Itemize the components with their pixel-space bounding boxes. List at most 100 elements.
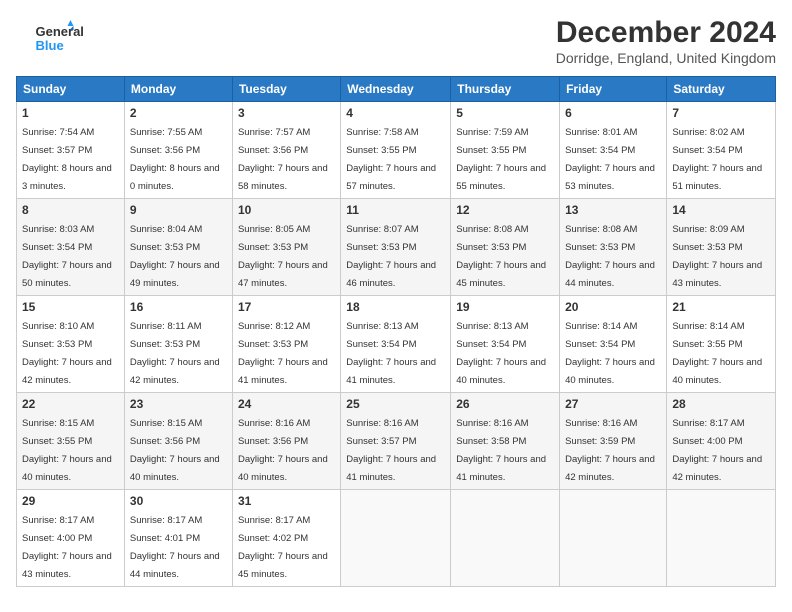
day-number: 26	[456, 397, 554, 411]
calendar-cell: 4 Sunrise: 7:58 AMSunset: 3:55 PMDayligh…	[341, 102, 451, 199]
day-number: 16	[130, 300, 227, 314]
col-wednesday: Wednesday	[341, 77, 451, 102]
day-info: Sunrise: 8:17 AMSunset: 4:00 PMDaylight:…	[22, 515, 112, 580]
day-info: Sunrise: 8:17 AMSunset: 4:00 PMDaylight:…	[672, 418, 762, 483]
day-number: 2	[130, 106, 227, 120]
calendar-week-row: 8 Sunrise: 8:03 AMSunset: 3:54 PMDayligh…	[17, 199, 776, 296]
day-number: 20	[565, 300, 661, 314]
calendar-cell: 12 Sunrise: 8:08 AMSunset: 3:53 PMDaylig…	[451, 199, 560, 296]
calendar-cell: 20 Sunrise: 8:14 AMSunset: 3:54 PMDaylig…	[560, 296, 667, 393]
logo-icon: General Blue	[16, 16, 91, 56]
col-monday: Monday	[124, 77, 232, 102]
day-number: 15	[22, 300, 119, 314]
calendar-cell: 1 Sunrise: 7:54 AMSunset: 3:57 PMDayligh…	[17, 102, 125, 199]
day-number: 17	[238, 300, 335, 314]
col-friday: Friday	[560, 77, 667, 102]
calendar-cell: 31 Sunrise: 8:17 AMSunset: 4:02 PMDaylig…	[232, 490, 340, 587]
day-info: Sunrise: 8:16 AMSunset: 3:59 PMDaylight:…	[565, 418, 655, 483]
day-number: 10	[238, 203, 335, 217]
day-info: Sunrise: 8:12 AMSunset: 3:53 PMDaylight:…	[238, 321, 328, 386]
day-number: 1	[22, 106, 119, 120]
calendar-cell	[341, 490, 451, 587]
day-info: Sunrise: 8:01 AMSunset: 3:54 PMDaylight:…	[565, 127, 655, 192]
day-info: Sunrise: 8:08 AMSunset: 3:53 PMDaylight:…	[565, 224, 655, 289]
day-info: Sunrise: 8:15 AMSunset: 3:56 PMDaylight:…	[130, 418, 220, 483]
calendar-cell: 8 Sunrise: 8:03 AMSunset: 3:54 PMDayligh…	[17, 199, 125, 296]
calendar-cell	[451, 490, 560, 587]
calendar-table: Sunday Monday Tuesday Wednesday Thursday…	[16, 76, 776, 587]
day-info: Sunrise: 8:05 AMSunset: 3:53 PMDaylight:…	[238, 224, 328, 289]
day-number: 8	[22, 203, 119, 217]
day-info: Sunrise: 8:14 AMSunset: 3:54 PMDaylight:…	[565, 321, 655, 386]
day-number: 6	[565, 106, 661, 120]
day-info: Sunrise: 7:58 AMSunset: 3:55 PMDaylight:…	[346, 127, 436, 192]
col-tuesday: Tuesday	[232, 77, 340, 102]
day-info: Sunrise: 8:11 AMSunset: 3:53 PMDaylight:…	[130, 321, 220, 386]
day-info: Sunrise: 8:14 AMSunset: 3:55 PMDaylight:…	[672, 321, 762, 386]
day-info: Sunrise: 8:17 AMSunset: 4:01 PMDaylight:…	[130, 515, 220, 580]
calendar-cell: 19 Sunrise: 8:13 AMSunset: 3:54 PMDaylig…	[451, 296, 560, 393]
day-number: 28	[672, 397, 770, 411]
calendar-cell: 2 Sunrise: 7:55 AMSunset: 3:56 PMDayligh…	[124, 102, 232, 199]
calendar-cell: 5 Sunrise: 7:59 AMSunset: 3:55 PMDayligh…	[451, 102, 560, 199]
day-number: 12	[456, 203, 554, 217]
day-number: 5	[456, 106, 554, 120]
day-info: Sunrise: 8:10 AMSunset: 3:53 PMDaylight:…	[22, 321, 112, 386]
day-number: 27	[565, 397, 661, 411]
calendar-cell: 6 Sunrise: 8:01 AMSunset: 3:54 PMDayligh…	[560, 102, 667, 199]
page: General Blue December 2024 Dorridge, Eng…	[0, 0, 792, 612]
calendar-cell	[560, 490, 667, 587]
calendar-cell: 26 Sunrise: 8:16 AMSunset: 3:58 PMDaylig…	[451, 393, 560, 490]
calendar-cell: 30 Sunrise: 8:17 AMSunset: 4:01 PMDaylig…	[124, 490, 232, 587]
calendar-cell: 14 Sunrise: 8:09 AMSunset: 3:53 PMDaylig…	[667, 199, 776, 296]
day-number: 29	[22, 494, 119, 508]
day-number: 9	[130, 203, 227, 217]
day-info: Sunrise: 8:16 AMSunset: 3:56 PMDaylight:…	[238, 418, 328, 483]
calendar-cell: 9 Sunrise: 8:04 AMSunset: 3:53 PMDayligh…	[124, 199, 232, 296]
calendar-week-row: 1 Sunrise: 7:54 AMSunset: 3:57 PMDayligh…	[17, 102, 776, 199]
day-number: 7	[672, 106, 770, 120]
calendar-cell: 27 Sunrise: 8:16 AMSunset: 3:59 PMDaylig…	[560, 393, 667, 490]
day-info: Sunrise: 8:16 AMSunset: 3:57 PMDaylight:…	[346, 418, 436, 483]
calendar-header-row: Sunday Monday Tuesday Wednesday Thursday…	[17, 77, 776, 102]
calendar-cell: 28 Sunrise: 8:17 AMSunset: 4:00 PMDaylig…	[667, 393, 776, 490]
header: General Blue December 2024 Dorridge, Eng…	[16, 16, 776, 66]
calendar-cell: 29 Sunrise: 8:17 AMSunset: 4:00 PMDaylig…	[17, 490, 125, 587]
svg-text:Blue: Blue	[36, 38, 64, 53]
day-info: Sunrise: 8:13 AMSunset: 3:54 PMDaylight:…	[346, 321, 436, 386]
day-number: 14	[672, 203, 770, 217]
col-saturday: Saturday	[667, 77, 776, 102]
day-info: Sunrise: 8:09 AMSunset: 3:53 PMDaylight:…	[672, 224, 762, 289]
calendar-cell: 16 Sunrise: 8:11 AMSunset: 3:53 PMDaylig…	[124, 296, 232, 393]
calendar-week-row: 29 Sunrise: 8:17 AMSunset: 4:00 PMDaylig…	[17, 490, 776, 587]
day-info: Sunrise: 7:57 AMSunset: 3:56 PMDaylight:…	[238, 127, 328, 192]
day-info: Sunrise: 8:08 AMSunset: 3:53 PMDaylight:…	[456, 224, 546, 289]
day-number: 22	[22, 397, 119, 411]
calendar-cell: 13 Sunrise: 8:08 AMSunset: 3:53 PMDaylig…	[560, 199, 667, 296]
day-info: Sunrise: 8:17 AMSunset: 4:02 PMDaylight:…	[238, 515, 328, 580]
day-number: 4	[346, 106, 445, 120]
calendar-cell: 10 Sunrise: 8:05 AMSunset: 3:53 PMDaylig…	[232, 199, 340, 296]
calendar-cell: 22 Sunrise: 8:15 AMSunset: 3:55 PMDaylig…	[17, 393, 125, 490]
calendar-cell	[667, 490, 776, 587]
calendar-cell: 3 Sunrise: 7:57 AMSunset: 3:56 PMDayligh…	[232, 102, 340, 199]
day-info: Sunrise: 8:03 AMSunset: 3:54 PMDaylight:…	[22, 224, 112, 289]
col-sunday: Sunday	[17, 77, 125, 102]
calendar-week-row: 22 Sunrise: 8:15 AMSunset: 3:55 PMDaylig…	[17, 393, 776, 490]
day-info: Sunrise: 7:55 AMSunset: 3:56 PMDaylight:…	[130, 127, 220, 192]
day-number: 13	[565, 203, 661, 217]
logo: General Blue	[16, 16, 91, 56]
day-info: Sunrise: 8:13 AMSunset: 3:54 PMDaylight:…	[456, 321, 546, 386]
day-info: Sunrise: 8:04 AMSunset: 3:53 PMDaylight:…	[130, 224, 220, 289]
day-info: Sunrise: 7:54 AMSunset: 3:57 PMDaylight:…	[22, 127, 112, 192]
day-number: 18	[346, 300, 445, 314]
calendar-cell: 7 Sunrise: 8:02 AMSunset: 3:54 PMDayligh…	[667, 102, 776, 199]
day-number: 30	[130, 494, 227, 508]
day-info: Sunrise: 7:59 AMSunset: 3:55 PMDaylight:…	[456, 127, 546, 192]
location-subtitle: Dorridge, England, United Kingdom	[556, 50, 776, 66]
day-info: Sunrise: 8:02 AMSunset: 3:54 PMDaylight:…	[672, 127, 762, 192]
col-thursday: Thursday	[451, 77, 560, 102]
calendar-cell: 11 Sunrise: 8:07 AMSunset: 3:53 PMDaylig…	[341, 199, 451, 296]
day-number: 21	[672, 300, 770, 314]
day-number: 25	[346, 397, 445, 411]
